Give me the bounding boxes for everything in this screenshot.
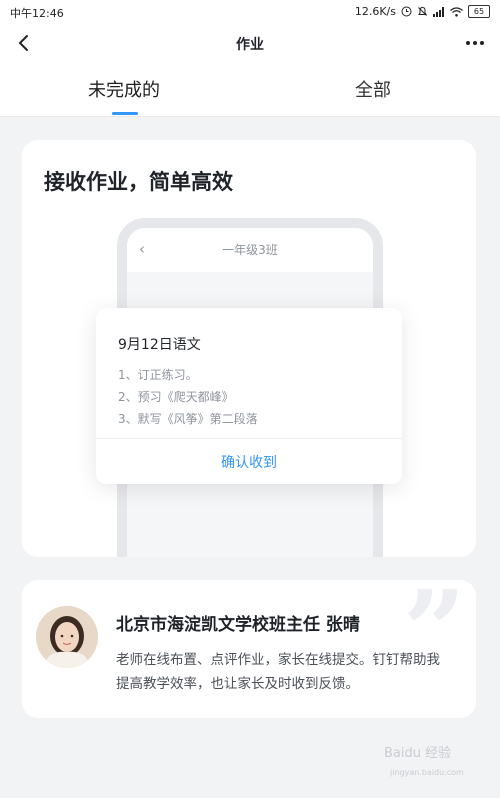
back-button[interactable] bbox=[14, 32, 36, 54]
active-tab-indicator bbox=[112, 112, 138, 115]
homework-item: 2、预习《爬天都峰》 bbox=[118, 390, 234, 404]
chevron-left-icon bbox=[19, 35, 28, 51]
promo-title: 接收作业，简单高效 bbox=[44, 170, 233, 194]
phone-header: ‹ 一年级3班 bbox=[127, 228, 373, 272]
battery-icon: 65 bbox=[468, 5, 490, 18]
testimonial-text: 老师在线布置、点评作业，家长在线提交。钉钉帮助我提高教学效率，也让家长及时收到反… bbox=[116, 652, 440, 692]
divider bbox=[96, 438, 402, 439]
homework-title: 9月12日语文 bbox=[118, 337, 201, 353]
promo-card: 接收作业，简单高效 ‹ 一年级3班 9月12日语文 1、订正练习。 2、预习《爬… bbox=[22, 140, 476, 557]
wifi-icon bbox=[450, 6, 463, 17]
more-icon-dot bbox=[473, 41, 477, 45]
more-button[interactable] bbox=[464, 34, 486, 54]
phone-class-title: 一年级3班 bbox=[222, 243, 278, 257]
watermark-text: Baidu 经验 bbox=[384, 746, 452, 761]
confirm-received-button[interactable]: 确认收到 bbox=[96, 452, 402, 472]
more-icon-dot bbox=[480, 41, 484, 45]
tab-incomplete[interactable]: 未完成的 bbox=[88, 76, 160, 102]
tab-all[interactable]: 全部 bbox=[355, 76, 391, 102]
status-time: 中午12:46 bbox=[10, 7, 64, 20]
homework-card: 9月12日语文 1、订正练习。 2、预习《爬天都峰》 3、默写《风筝》第二段落 … bbox=[96, 308, 402, 484]
testimonial-card: ” 北京市海淀凯文学校班主任 张晴 老师在线布置、点评作业，家长在线提交。钉钉帮… bbox=[22, 576, 476, 718]
status-bar: 中午12:46 12.6K/s 65 bbox=[0, 0, 500, 24]
watermark: Baidu 经验 jingyan.baidu.com bbox=[384, 742, 484, 786]
watermark-sub: jingyan.baidu.com bbox=[390, 768, 464, 777]
homework-item: 3、默写《风筝》第二段落 bbox=[118, 412, 258, 426]
signal-icon bbox=[433, 6, 444, 17]
more-icon bbox=[466, 41, 470, 45]
clock-icon bbox=[401, 6, 412, 17]
avatar-photo bbox=[36, 606, 98, 668]
nav-bar: 作业 bbox=[0, 24, 500, 62]
tab-bar: 未完成的 全部 bbox=[0, 62, 500, 117]
page-title: 作业 bbox=[236, 37, 264, 53]
homework-item: 1、订正练习。 bbox=[118, 368, 198, 382]
network-speed: 12.6K/s bbox=[354, 5, 396, 18]
mute-icon bbox=[418, 6, 427, 16]
status-icons: 12.6K/s 65 bbox=[355, 5, 490, 18]
avatar bbox=[36, 606, 98, 668]
teacher-name: 北京市海淀凯文学校班主任 张晴 bbox=[116, 615, 360, 635]
